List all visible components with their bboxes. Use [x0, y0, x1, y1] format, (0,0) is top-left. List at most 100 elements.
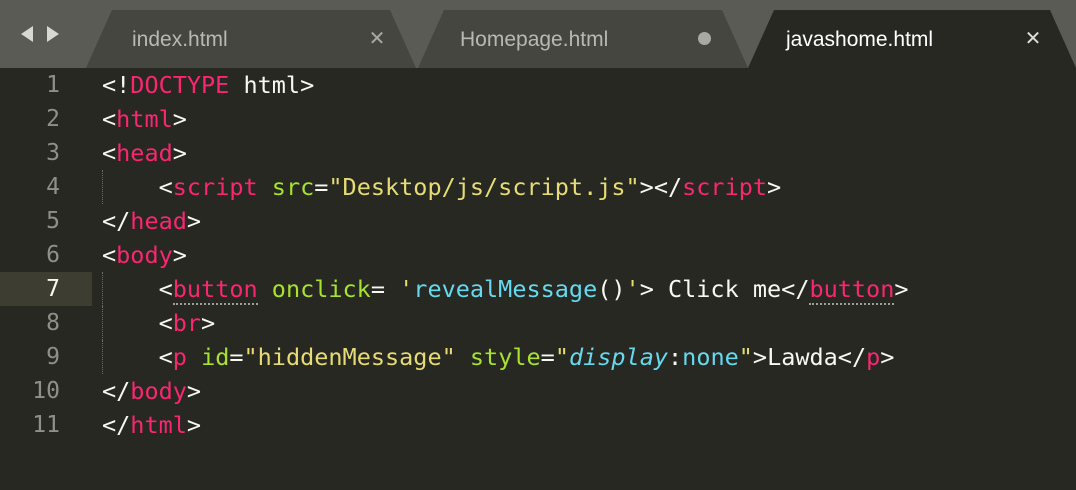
line-number-gutter: 1 2 3 4 5 6 7 8 9 10 11 [0, 68, 90, 490]
line-number: 2 [46, 106, 60, 132]
code-token: "hiddenMessage" [243, 343, 456, 371]
code-token: head [130, 207, 187, 235]
code-token: > [186, 411, 202, 439]
code-token: html [116, 105, 173, 133]
tab-label: index.html [132, 28, 228, 51]
line-number: 8 [46, 310, 60, 336]
code-line[interactable]: <!DOCTYPE html> [102, 68, 314, 102]
code-token: = [370, 275, 400, 303]
code-line[interactable]: <html> [102, 102, 187, 136]
code-line[interactable]: <br> [102, 306, 216, 340]
code-token: html> [229, 71, 315, 99]
code-token: () [597, 275, 626, 303]
editor-window: index.html ✕ Homepage.html javashome.htm… [0, 0, 1076, 490]
code-line[interactable]: </body> [102, 374, 201, 408]
line-number: 6 [46, 242, 60, 268]
code-token: body [130, 377, 187, 405]
code-token: ' [625, 275, 640, 303]
indent-guide [102, 272, 103, 306]
code-token: none [682, 343, 739, 371]
triangle-left-icon [21, 26, 33, 42]
code-line[interactable]: <head> [102, 136, 187, 170]
code-token: head [116, 139, 173, 167]
code-token: br [172, 309, 202, 337]
code-token: p [866, 343, 881, 371]
tab-homepage-html[interactable]: Homepage.html [418, 10, 748, 68]
code-token: = [314, 173, 329, 201]
close-icon[interactable]: ✕ [366, 26, 388, 50]
code-token: < [102, 241, 117, 269]
tab-javashome-html[interactable]: javashome.html ✕ [748, 10, 1076, 68]
code-token: = [229, 343, 244, 371]
code-token: p [172, 343, 187, 371]
line-number: 3 [46, 140, 60, 166]
code-token: > [767, 173, 782, 201]
code-line[interactable]: </html> [102, 408, 201, 442]
tab-index-html[interactable]: index.html ✕ [86, 10, 416, 68]
code-line[interactable]: <script src="Desktop/js/script.js"></scr… [102, 170, 782, 204]
code-token: body [116, 241, 173, 269]
line-number: 10 [32, 378, 60, 404]
line-number: 7 [46, 276, 60, 302]
code-token: <! [102, 71, 131, 99]
code-token: display [568, 343, 669, 371]
code-token: > [172, 241, 187, 269]
code-token: < [102, 343, 173, 371]
line-number: 1 [46, 72, 60, 98]
code-token: src [271, 173, 315, 201]
code-editor[interactable]: 1 2 3 4 5 6 7 8 9 10 11 <!DOCTYPE html> <html> <head… [0, 68, 1076, 490]
code-token: ></ [639, 173, 683, 201]
tab-label: javashome.html [786, 28, 934, 51]
code-token: < [102, 309, 173, 337]
code-token: </ [102, 377, 131, 405]
code-token: > [186, 207, 202, 235]
code-token: style [469, 343, 541, 371]
code-token: < [102, 173, 173, 201]
code-token: > [172, 139, 187, 167]
code-token: DOCTYPE [130, 71, 230, 99]
forward-button[interactable] [44, 23, 62, 45]
code-token: > [186, 377, 202, 405]
code-token: < [102, 139, 117, 167]
tab-navigation [18, 22, 62, 46]
unsaved-dot-icon[interactable] [698, 32, 711, 45]
code-token: >Lawda</ [752, 343, 867, 371]
code-token: script [682, 173, 768, 201]
code-token: html [130, 411, 187, 439]
code-token: id [201, 343, 230, 371]
code-token: > [894, 275, 909, 303]
indent-guide [102, 170, 103, 204]
code-token: < [102, 105, 117, 133]
code-line[interactable]: <p id="hiddenMessage" style="display:non… [102, 340, 895, 374]
code-line[interactable]: </head> [102, 204, 201, 238]
tab-label: Homepage.html [460, 28, 609, 51]
back-button[interactable] [18, 23, 36, 45]
code-token: revealMessage [413, 275, 598, 303]
code-line[interactable]: <button onclick= 'revealMessage()'> Clic… [102, 272, 909, 306]
code-token: button [172, 275, 258, 305]
code-token: ' [399, 275, 414, 303]
code-token: " [738, 343, 753, 371]
code-token: > [172, 105, 187, 133]
code-token: </ [102, 411, 131, 439]
code-token: > [201, 309, 216, 337]
code-line[interactable]: <body> [102, 238, 187, 272]
code-token: > [880, 343, 895, 371]
triangle-right-icon [47, 26, 59, 42]
code-token: " [554, 343, 569, 371]
code-token: onclick [271, 275, 371, 303]
line-number: 9 [46, 344, 60, 370]
code-token: "Desktop/js/script.js" [328, 173, 640, 201]
code-token: = [540, 343, 555, 371]
line-number: 11 [32, 412, 60, 438]
indent-guide [102, 340, 103, 374]
code-token: </ [102, 207, 131, 235]
code-token: button [809, 275, 895, 305]
code-area[interactable]: <!DOCTYPE html> <html> <head> <script src=… [102, 68, 1076, 490]
indent-guide [102, 306, 103, 340]
close-icon[interactable]: ✕ [1022, 26, 1044, 50]
